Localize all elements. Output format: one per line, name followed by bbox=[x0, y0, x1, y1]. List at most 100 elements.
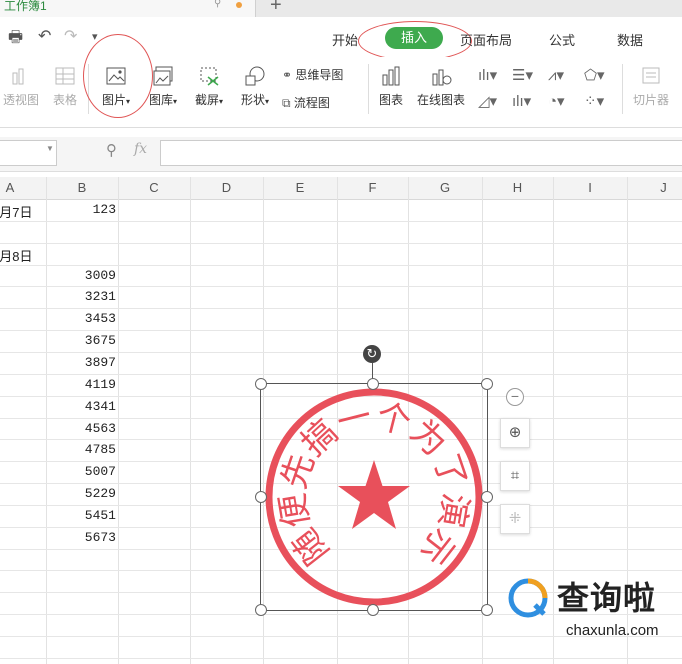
name-box-dropdown-icon[interactable]: ▼ bbox=[46, 144, 54, 153]
cell-b[interactable]: 3675 bbox=[46, 333, 116, 348]
watermark-title: 查询啦 bbox=[557, 580, 657, 616]
menu-formulas[interactable]: 公式 bbox=[549, 30, 575, 49]
ribbon-separator bbox=[622, 64, 623, 114]
column-header-d[interactable]: D bbox=[190, 178, 263, 198]
ribbon-shapes-button[interactable]: 形状▾ bbox=[234, 65, 276, 108]
undo-icon[interactable]: ↶ bbox=[38, 26, 51, 46]
cell-b[interactable]: 5007 bbox=[46, 464, 116, 479]
grid-line bbox=[553, 177, 554, 664]
grid-line bbox=[0, 308, 682, 309]
grid-line bbox=[190, 177, 191, 664]
ribbon-screenshot-button[interactable]: 截屏▾ bbox=[188, 65, 230, 108]
menu-home[interactable]: 开始 bbox=[332, 30, 358, 49]
cell-b[interactable]: 4119 bbox=[46, 377, 116, 392]
column-header-c[interactable]: C bbox=[118, 178, 190, 198]
ribbon-mindmap-button[interactable]: ⚭ 思维导图 bbox=[282, 66, 343, 83]
ribbon-online-chart-button[interactable]: 在线图表 bbox=[412, 65, 470, 108]
resize-handle-bottom[interactable] bbox=[367, 604, 379, 616]
chaxunla-logo bbox=[508, 578, 548, 618]
cell-b[interactable]: 3453 bbox=[46, 311, 116, 326]
ribbon-label: 图库 bbox=[148, 93, 173, 107]
more-icon[interactable]: ⁜ bbox=[500, 504, 530, 534]
unsaved-dot-icon bbox=[236, 2, 242, 8]
ribbon-label: 透视图 bbox=[2, 93, 39, 107]
grid-line bbox=[118, 177, 119, 664]
column-header-f[interactable]: F bbox=[337, 178, 408, 198]
resize-handle-top-left[interactable] bbox=[255, 378, 267, 390]
document-tab[interactable]: 工作簿1 ⚲ bbox=[0, 0, 256, 17]
chart-icon bbox=[382, 66, 400, 86]
resize-handle-bottom-right[interactable] bbox=[481, 604, 493, 616]
line-chart-dropdown-icon[interactable]: ⩘▾ bbox=[548, 66, 564, 84]
rotate-handle-icon[interactable]: ↻ bbox=[363, 345, 381, 363]
online-chart-icon bbox=[432, 69, 452, 86]
bar-chart-dropdown-icon[interactable]: ☰▾ bbox=[512, 66, 533, 84]
cell-b[interactable]: 5451 bbox=[46, 508, 116, 523]
insert-function-fx[interactable]: fx bbox=[134, 141, 147, 157]
cell-b[interactable]: 3009 bbox=[46, 268, 116, 283]
zoom-in-icon[interactable]: ⊕ bbox=[500, 418, 530, 448]
ribbon-table-button[interactable]: 表格 bbox=[48, 65, 82, 108]
column-header-e[interactable]: E bbox=[263, 178, 337, 198]
column-header-a[interactable]: A bbox=[0, 178, 46, 198]
seal-graphic: 随便先搞一个为了演示 bbox=[265, 388, 483, 606]
ribbon-chart-button[interactable]: 图表 bbox=[374, 65, 408, 108]
cell-b[interactable]: 4341 bbox=[46, 399, 116, 414]
column-header-j[interactable]: J bbox=[627, 178, 682, 198]
find-icon[interactable]: ⚲ bbox=[106, 141, 117, 159]
collapse-toolbar-icon[interactable]: − bbox=[506, 388, 524, 406]
stamp-image[interactable]: 随便先搞一个为了演示 bbox=[260, 383, 488, 611]
menu-page-layout[interactable]: 页面布局 bbox=[460, 30, 512, 49]
pin-icon[interactable]: ⚲ bbox=[214, 0, 224, 9]
column-chart-dropdown-icon[interactable]: ılı▾ bbox=[478, 66, 497, 84]
resize-handle-top-right[interactable] bbox=[481, 378, 493, 390]
dropdown-arrow-icon: ▾ bbox=[219, 97, 224, 106]
document-tab-title: 工作簿1 bbox=[4, 0, 47, 13]
menu-data[interactable]: 数据 bbox=[617, 30, 643, 49]
cell-a[interactable]: 8月7日 bbox=[0, 202, 36, 221]
screenshot-icon bbox=[200, 67, 219, 86]
cell-a[interactable]: 8月8日 bbox=[0, 246, 36, 265]
cell-b[interactable]: 5673 bbox=[46, 530, 116, 545]
watermark-url: chaxunla.com bbox=[566, 622, 659, 639]
cell-b[interactable]: 4563 bbox=[46, 421, 116, 436]
column-header-g[interactable]: G bbox=[408, 178, 482, 198]
new-tab-plus-icon[interactable]: + bbox=[270, 0, 282, 17]
cell-b[interactable]: 3897 bbox=[46, 355, 116, 370]
formula-input[interactable] bbox=[160, 140, 682, 166]
flowchart-icon: ⧉ bbox=[282, 96, 291, 110]
area-chart-dropdown-icon[interactable]: ◿▾ bbox=[478, 92, 497, 110]
seal-char: 便 bbox=[273, 490, 318, 530]
ribbon-slicer-button[interactable]: 切片器 bbox=[628, 65, 674, 108]
cell-b[interactable]: 4785 bbox=[46, 442, 116, 457]
ribbon-label: 切片器 bbox=[632, 93, 669, 107]
resize-handle-bottom-left[interactable] bbox=[255, 604, 267, 616]
grid-line bbox=[0, 330, 682, 331]
pivot-chart-icon bbox=[12, 68, 24, 85]
ribbon-flowchart-button[interactable]: ⧉ 流程图 bbox=[282, 94, 330, 111]
pie-chart-dropdown-icon[interactable]: ◔▾ bbox=[548, 92, 565, 110]
ribbon-label: 形状 bbox=[240, 93, 265, 107]
grid-line bbox=[0, 374, 682, 375]
column-header-h[interactable]: H bbox=[482, 178, 553, 198]
print-icon[interactable]: 🖶 bbox=[8, 26, 23, 53]
resize-handle-right[interactable] bbox=[481, 491, 493, 503]
cell-b[interactable]: 5229 bbox=[46, 486, 116, 501]
ribbon-pivot-chart-button[interactable]: 透视图 bbox=[0, 65, 42, 108]
cell-b[interactable]: 3231 bbox=[46, 289, 116, 304]
resize-handle-top[interactable] bbox=[367, 378, 379, 390]
dropdown-arrow-icon: ▾ bbox=[265, 97, 270, 106]
scatter-chart-dropdown-icon[interactable]: ⁘▾ bbox=[584, 92, 604, 110]
mindmap-icon: ⚭ bbox=[282, 68, 293, 82]
stock-chart-dropdown-icon[interactable]: ılı▾ bbox=[512, 92, 531, 110]
table-icon bbox=[55, 67, 75, 85]
radar-chart-dropdown-icon[interactable]: ⬠▾ bbox=[584, 66, 605, 84]
ribbon-label: 截屏 bbox=[194, 93, 219, 107]
column-header-i[interactable]: I bbox=[553, 178, 627, 198]
crop-icon[interactable]: ⌗ bbox=[500, 461, 530, 491]
cell-b[interactable]: 123 bbox=[46, 202, 116, 217]
ribbon-gallery-button[interactable]: 图库▾ bbox=[142, 65, 184, 108]
redo-icon[interactable]: ↷ bbox=[64, 26, 77, 46]
resize-handle-left[interactable] bbox=[255, 491, 267, 503]
column-header-b[interactable]: B bbox=[46, 178, 118, 198]
